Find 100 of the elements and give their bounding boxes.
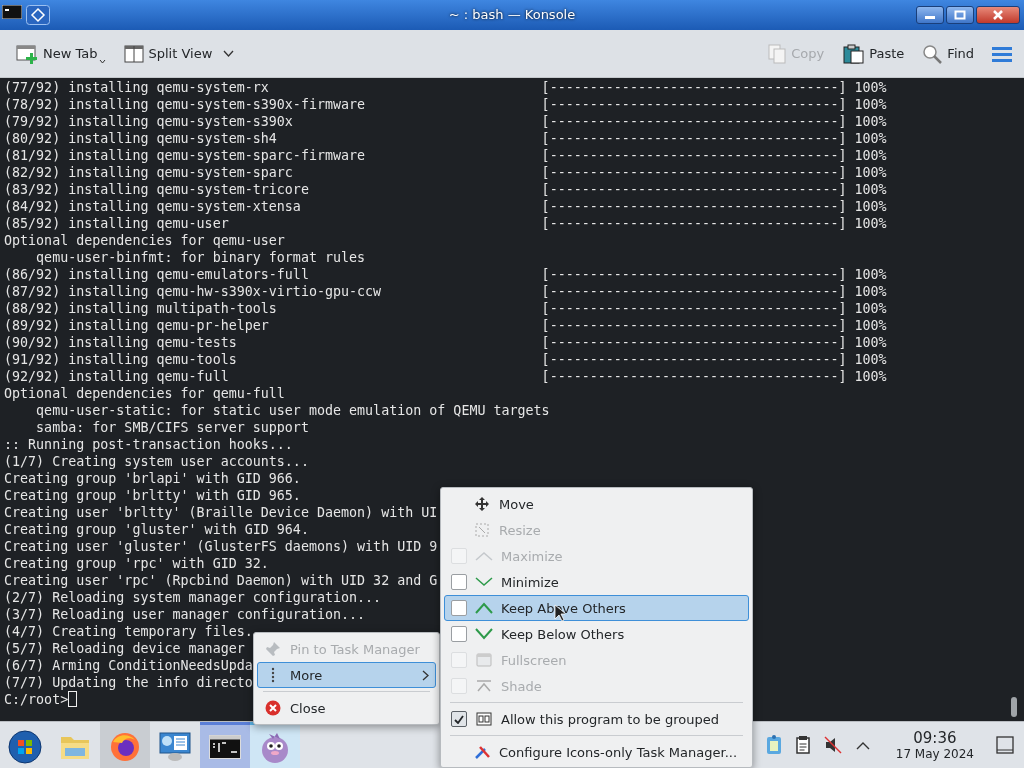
progress-bar-text: [------------------------------------] (541, 300, 847, 317)
split-button[interactable]: Split View (119, 39, 239, 68)
terminal-line: (79/92) installing qemu-system-s390x (4, 113, 294, 130)
progress-bar-text: [------------------------------------] (541, 368, 847, 385)
paste-button[interactable]: Paste (838, 39, 909, 68)
check-icon (454, 714, 464, 724)
progress-bar-text: [------------------------------------] (541, 96, 847, 113)
shade-icon (476, 680, 492, 692)
menu-item[interactable]: Allow this program to be grouped (444, 706, 749, 732)
percent-text: 100% (854, 300, 887, 317)
maximize-button[interactable] (946, 6, 974, 24)
split-view-icon (123, 44, 144, 63)
percent-text: 100% (854, 215, 887, 232)
notes-tray-button[interactable] (795, 736, 810, 754)
terminal-line: samba: for SMB/CIFS server support (35, 419, 309, 436)
terminal-line: (3/7) Reloading user manager configuration... (4, 606, 366, 623)
expand-tray-button[interactable] (855, 740, 870, 750)
percent-text: 100% (854, 351, 887, 368)
percent-text: 100% (854, 198, 887, 215)
clipboard-tray-button[interactable] (765, 735, 782, 755)
dots-icon (271, 667, 275, 683)
terminal-line: qemu-user-static: for static user mode emulation of QEMU targets (35, 402, 550, 419)
clock-date[interactable]: 17 May 2024 (895, 746, 974, 761)
terminal-line: (82/92) installing qemu-system-sparc (4, 164, 294, 181)
close-button[interactable] (976, 6, 1020, 24)
terminal-line: (77/92) installing qemu-system-rx (4, 79, 270, 96)
start-orb-icon (8, 729, 42, 764)
terminal-line: (89/92) installing qemu-pr-helper (4, 317, 270, 334)
menu-item[interactable]: Move (444, 491, 749, 517)
percent-text: 100% (854, 79, 887, 96)
terminal-line: (4/7) Creating temporary files. (4, 623, 253, 640)
newtab-button[interactable]: New Tab (12, 39, 110, 68)
minimize-button[interactable] (916, 6, 944, 24)
notes-icon (795, 736, 810, 754)
progress-bar-text: [------------------------------------] (541, 130, 847, 147)
find-button[interactable]: Find (918, 39, 978, 68)
terminal-line: Creating group 'gluster' with GID 964. (4, 521, 309, 538)
terminal-line: (87/92) installing qemu-hw-s390x-virtio-gpu-ccw (4, 283, 383, 300)
terminal-line: (85/92) installing qemu-user (4, 215, 230, 232)
terminal-app-icon (2, 5, 22, 19)
terminal-line: (83/92) installing qemu-system-tricore (4, 181, 310, 198)
paste-icon (842, 43, 865, 64)
terminal-line: Creating group 'brlapi' with GID 966. (4, 470, 301, 487)
terminal-line: Creating group 'rpc' with GID 32. (4, 555, 269, 572)
menu-item[interactable]: Minimize (444, 569, 749, 595)
checkbox[interactable] (451, 711, 467, 727)
text-cursor (68, 691, 78, 707)
percent-text: 100% (854, 181, 887, 198)
terminal-line: Creating user 'rpc' (Rpcbind Daemon) with UID 32 and G (4, 572, 438, 589)
menu-item[interactable]: Configure Icons-only Task Manager... (444, 739, 749, 765)
progress-bar-text: [------------------------------------] (541, 351, 847, 368)
terminal-line: (6/7) Arming ConditionNeedsUpda (4, 657, 253, 674)
percent-text: 100% (854, 147, 887, 164)
terminal-line: qemu-user-binfmt: for binary format rules (35, 249, 366, 266)
speaker-muted-icon (823, 736, 842, 754)
terminal-line: (1/7) Creating system user accounts... (4, 453, 309, 470)
show-desktop-icon (996, 736, 1014, 754)
terminal-line: Creating user 'brltty' (Braille Device Daemon) with UI (4, 504, 438, 521)
terminal-line: (91/92) installing qemu-tools (4, 351, 238, 368)
show-desktop-button[interactable] (996, 736, 1014, 754)
checkbox[interactable] (451, 574, 467, 590)
menu-item[interactable]: More (257, 662, 436, 688)
clipboard-icon (765, 735, 782, 755)
menu-item[interactable]: Keep Below Others (444, 621, 749, 647)
percent-text: 100% (854, 96, 887, 113)
progress-bar-text: [------------------------------------] (541, 317, 847, 334)
window-menu-icon[interactable] (26, 5, 50, 25)
progress-bar-text: [------------------------------------] (541, 266, 847, 283)
terminal-line: (2/7) Reloading system manager configuration... (4, 589, 382, 606)
percent-text: 100% (854, 164, 887, 181)
task-button[interactable] (200, 722, 250, 768)
scrollbar-handle[interactable] (1011, 697, 1017, 717)
progress-bar-text: [------------------------------------] (541, 283, 847, 300)
chevron-up-icon (475, 550, 493, 562)
progress-bar-text: [------------------------------------] (541, 334, 847, 351)
chevron-up-icon (475, 602, 493, 614)
muted-tray-button[interactable] (823, 736, 842, 754)
monitor-settings-icon (159, 731, 191, 762)
percent-text: 100% (854, 113, 887, 130)
terminal-line: :: Running post-transaction hooks... (4, 436, 293, 453)
maximize-icon (954, 10, 966, 20)
terminal-line: (80/92) installing qemu-system-sh4 (4, 130, 278, 147)
checkbox[interactable] (451, 600, 467, 616)
terminal-line: (84/92) installing qemu-system-xtensa (4, 198, 302, 215)
chevron-down-icon (223, 50, 235, 57)
clock-time[interactable]: 09:36 (913, 729, 957, 747)
progress-bar-text: [------------------------------------] (541, 215, 847, 232)
copy-icon (768, 43, 787, 64)
terminal-line: Optional dependencies for qemu-user (4, 232, 285, 249)
fullscreen-icon (476, 653, 492, 667)
chevron-up-icon (855, 740, 870, 750)
percent-text: 100% (854, 317, 887, 334)
move-icon (475, 497, 489, 511)
progress-bar-text: [------------------------------------] (541, 79, 847, 96)
menu-icon (992, 45, 1012, 62)
checkbox[interactable] (451, 626, 467, 642)
progress-bar-text: [------------------------------------] (541, 164, 847, 181)
terminal-line: (90/92) installing qemu-tests (4, 334, 238, 351)
search-icon (922, 43, 943, 64)
menu-item[interactable]: Close (257, 695, 436, 721)
